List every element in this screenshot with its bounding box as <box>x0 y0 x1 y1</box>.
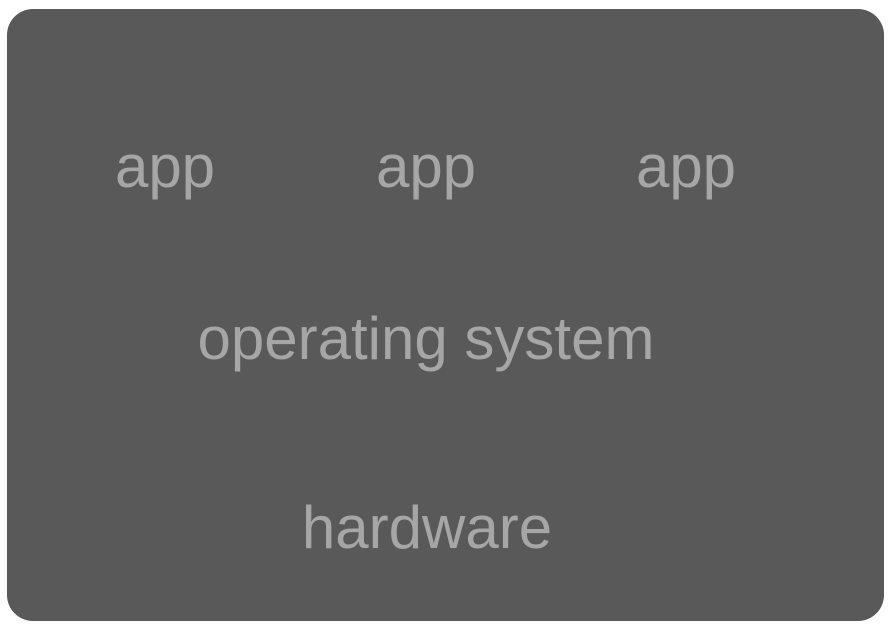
app-label: app <box>114 133 216 200</box>
stack-diagram-panel: app app app operating system hardware <box>7 9 884 621</box>
operating-system-label: operating system <box>197 305 655 372</box>
app-label: app <box>375 133 477 200</box>
app-label: app <box>635 133 737 200</box>
hardware-label: hardware <box>301 494 553 561</box>
